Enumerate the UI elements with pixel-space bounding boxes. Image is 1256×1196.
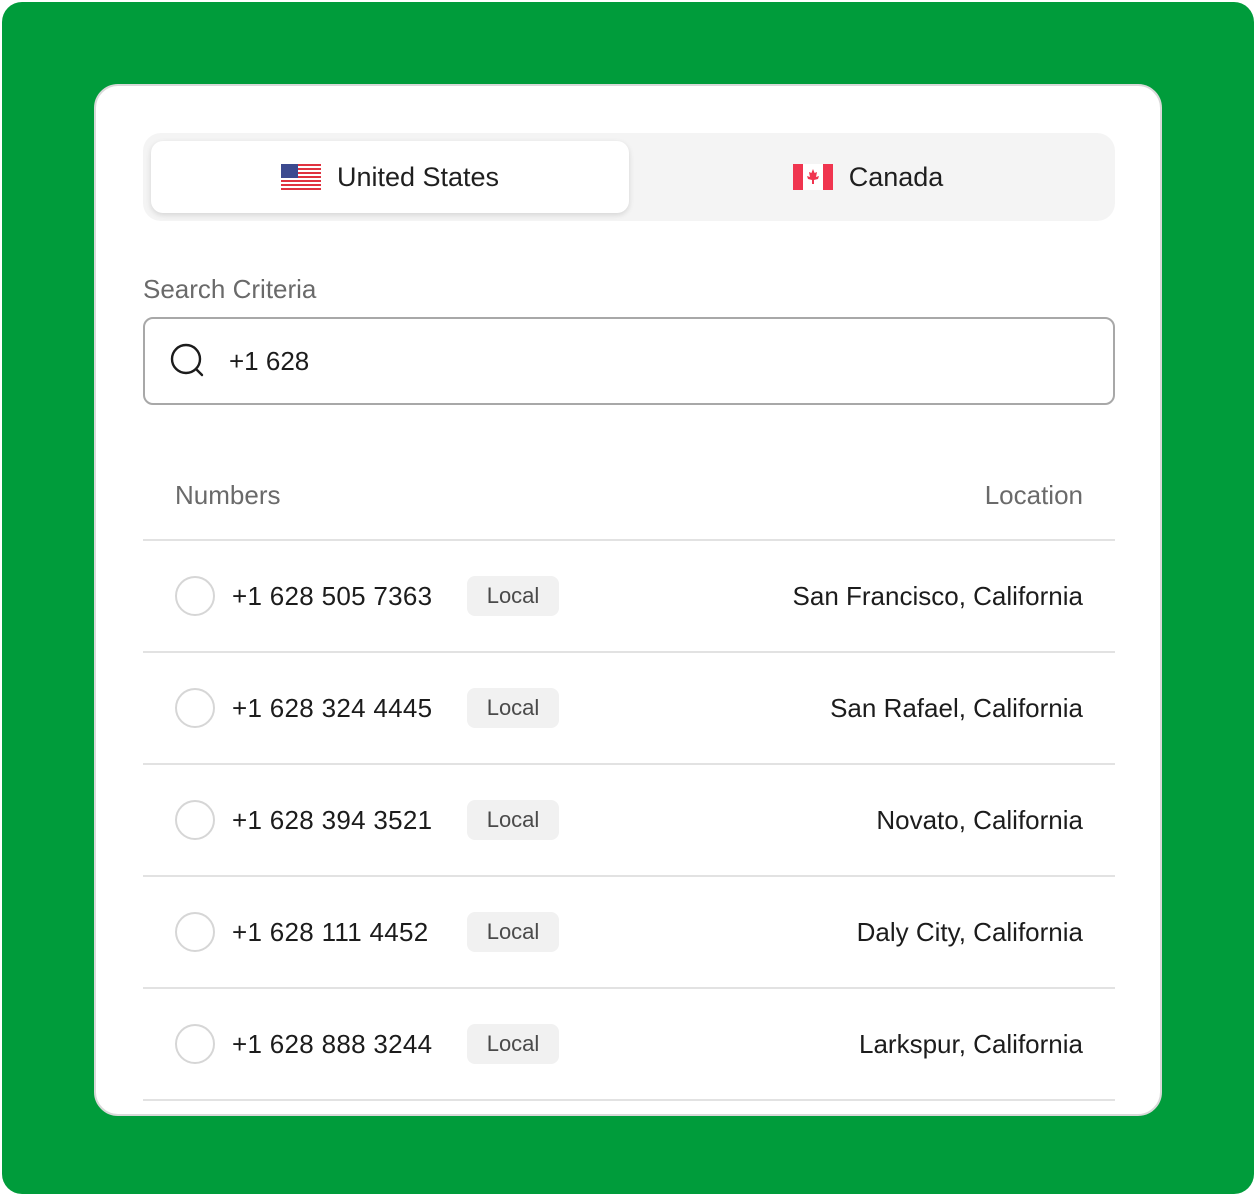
numbers-table: Numbers Location +1 628 505 7363 Local S… bbox=[143, 452, 1115, 1101]
select-radio[interactable] bbox=[175, 800, 215, 840]
table-row[interactable]: +1 628 505 7363 Local San Francisco, Cal… bbox=[143, 541, 1115, 653]
location-text: San Francisco, California bbox=[792, 580, 1083, 611]
location-text: Novato, California bbox=[876, 804, 1083, 835]
tab-label: Canada bbox=[848, 161, 944, 192]
select-radio[interactable] bbox=[175, 576, 215, 616]
table-row[interactable]: +1 628 111 4452 Local Daly City, Califor… bbox=[143, 877, 1115, 989]
table-row[interactable]: +1 628 394 3521 Local Novato, California bbox=[143, 765, 1115, 877]
tab-united-states[interactable]: United States bbox=[151, 141, 629, 213]
phone-number: +1 628 394 3521 bbox=[232, 804, 433, 835]
tab-canada[interactable]: Canada bbox=[629, 141, 1107, 213]
phone-number: +1 628 888 3244 bbox=[232, 1028, 433, 1059]
column-header-location: Location bbox=[984, 480, 1083, 510]
location-text: San Rafael, California bbox=[830, 692, 1083, 723]
search-input[interactable] bbox=[229, 345, 1029, 377]
table-row[interactable]: +1 628 888 3244 Local Larkspur, Californ… bbox=[143, 989, 1115, 1101]
phone-number: +1 628 324 4445 bbox=[232, 692, 433, 723]
select-radio[interactable] bbox=[175, 1024, 215, 1064]
canada-flag-icon bbox=[792, 164, 833, 190]
search-label: Search Criteria bbox=[143, 274, 317, 304]
number-type-badge: Local bbox=[467, 912, 559, 952]
table-header: Numbers Location bbox=[143, 452, 1115, 541]
location-text: Daly City, California bbox=[856, 916, 1083, 947]
search-icon bbox=[170, 343, 204, 377]
select-radio[interactable] bbox=[175, 912, 215, 952]
phone-number: +1 628 111 4452 bbox=[232, 916, 429, 947]
number-type-badge: Local bbox=[467, 576, 559, 616]
country-toggle: United States Canada bbox=[143, 133, 1115, 221]
number-type-badge: Local bbox=[467, 688, 559, 728]
us-flag-icon bbox=[280, 164, 321, 190]
table-row[interactable]: +1 628 324 4445 Local San Rafael, Califo… bbox=[143, 653, 1115, 765]
number-type-badge: Local bbox=[467, 1024, 559, 1064]
select-radio[interactable] bbox=[175, 688, 215, 728]
column-header-numbers: Numbers bbox=[175, 480, 281, 510]
tab-label: United States bbox=[336, 161, 500, 192]
search-field[interactable] bbox=[143, 317, 1115, 405]
location-text: Larkspur, California bbox=[859, 1028, 1083, 1059]
green-background: United States Canada Search Criteria +1 … bbox=[2, 2, 1254, 1194]
number-picker-card: United States Canada Search Criteria +1 … bbox=[94, 84, 1162, 1116]
phone-number: +1 628 505 7363 bbox=[232, 580, 433, 611]
number-type-badge: Local bbox=[467, 800, 559, 840]
